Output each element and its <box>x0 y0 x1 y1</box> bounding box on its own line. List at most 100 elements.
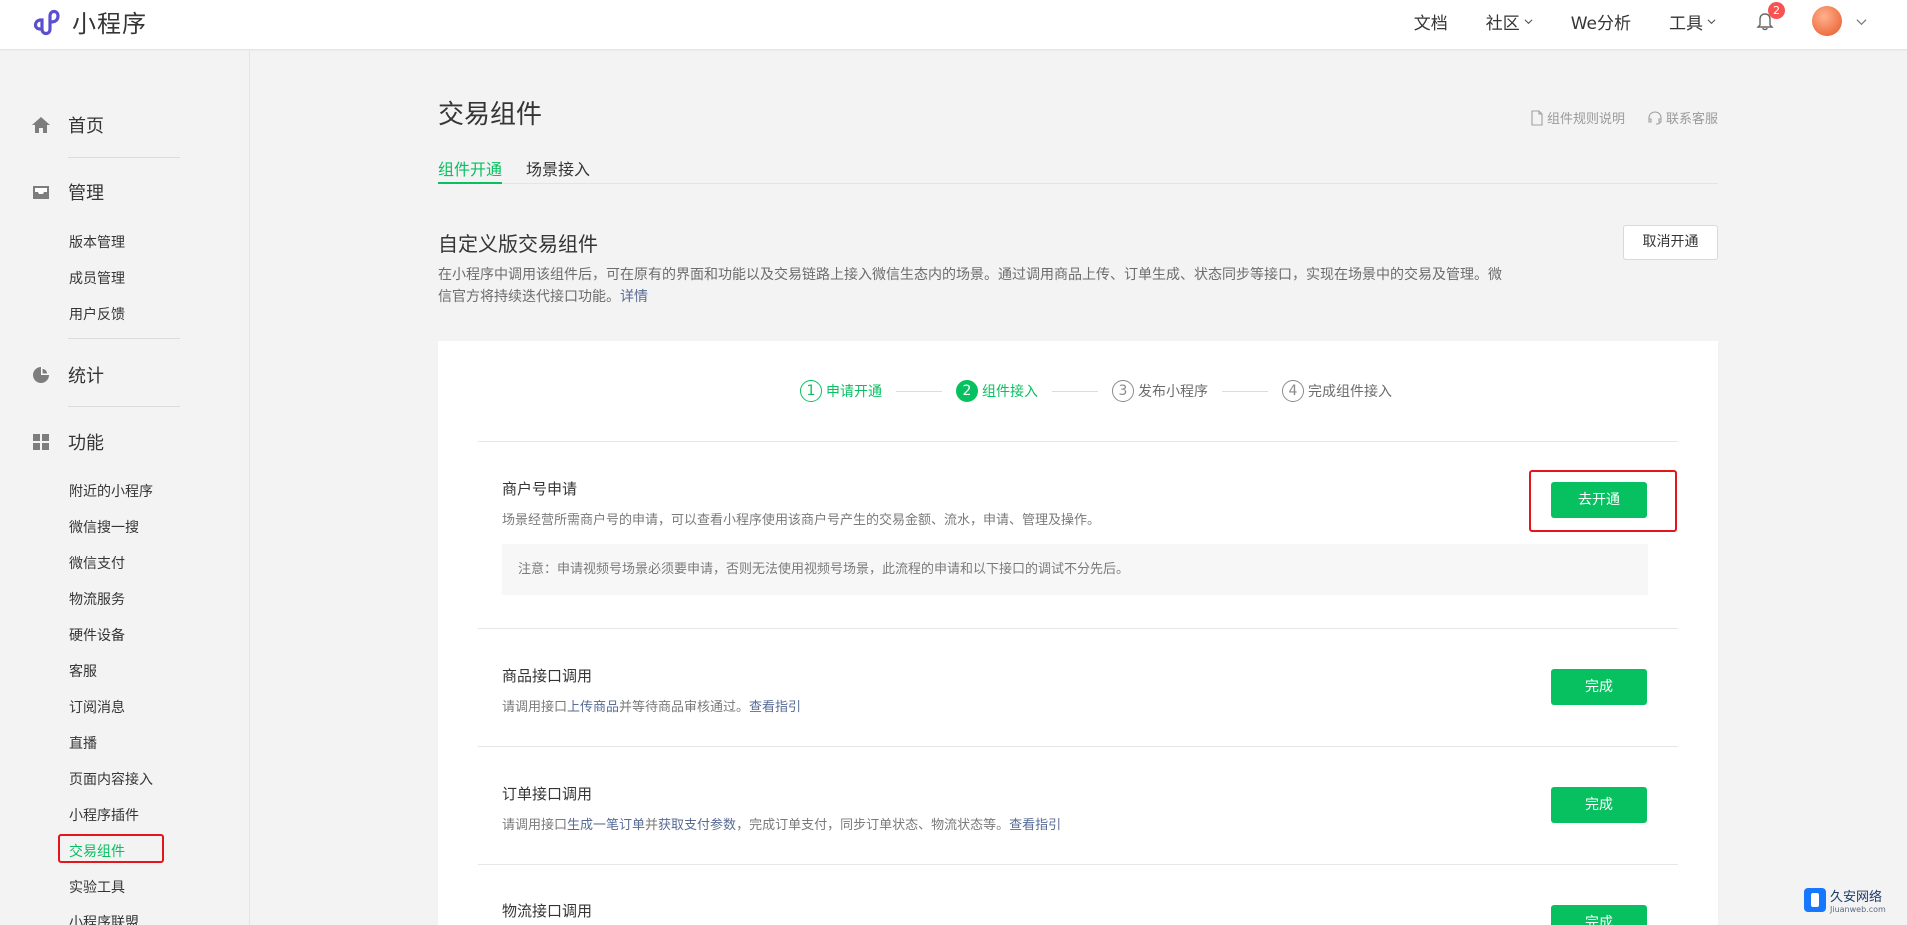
nav-docs-label: 文档 <box>1413 13 1448 34</box>
row-divider <box>478 441 1678 442</box>
tab-component-activation[interactable]: 组件开通 <box>438 156 503 184</box>
create-order-link[interactable]: 生成一笔订单 <box>567 818 645 833</box>
notification-bell-button[interactable]: 2 <box>1754 2 1785 32</box>
sidebar-item-version-management[interactable]: 版本管理 <box>69 232 125 252</box>
chevron-down-icon[interactable] <box>1856 16 1867 27</box>
top-nav: 文档 社区 We分析 工具 2 <box>1376 0 1867 42</box>
row-divider <box>478 628 1678 629</box>
sidebar-section-features[interactable]: 功能 <box>30 429 104 455</box>
tab-scene-access[interactable]: 场景接入 <box>526 156 590 184</box>
sidebar-manage-label: 管理 <box>68 183 104 204</box>
sidebar-section-stats[interactable]: 统计 <box>30 362 104 388</box>
desc-text: 并等待商品审核通过。 <box>619 700 750 715</box>
sidebar-item-hardware[interactable]: 硬件设备 <box>69 625 125 645</box>
sidebar-stats-label: 统计 <box>68 366 104 387</box>
sidebar-item-alliance[interactable]: 小程序联盟 <box>69 912 139 925</box>
sidebar-divider <box>68 157 180 158</box>
rules-link[interactable]: 组件规则说明 <box>1530 108 1625 127</box>
step-number: 2 <box>956 380 978 402</box>
pie-chart-icon <box>33 367 49 383</box>
product-guide-link[interactable]: 查看指引 <box>749 700 801 715</box>
details-link[interactable]: 详情 <box>620 289 648 305</box>
sidebar-home-label: 首页 <box>68 116 104 137</box>
sidebar-item-page-content[interactable]: 页面内容接入 <box>69 769 153 789</box>
logistics-item-title: 物流接口调用 <box>502 902 593 920</box>
contact-service-link[interactable]: 联系客服 <box>1647 108 1718 127</box>
sidebar-divider <box>68 338 180 339</box>
sidebar-item-logistics[interactable]: 物流服务 <box>69 589 125 609</box>
highlight-box <box>58 834 164 863</box>
app-title: 小程序 <box>72 10 147 38</box>
step-number: 3 <box>1112 380 1134 402</box>
progress-steps: 1 申请开通 2 组件接入 3 发布小程序 4 完成组件接入 <box>800 379 1392 403</box>
section-description-text: 在小程序中调用该组件后，可在原有的界面和功能以及交易链路上接入微信生态内的场景。… <box>438 267 1502 305</box>
logo[interactable]: 小程序 <box>32 4 147 39</box>
desc-text: ，完成订单支付，同步订单状态、物流状态等。 <box>736 818 1010 833</box>
sidebar-section-manage[interactable]: 管理 <box>30 179 104 205</box>
sidebar-divider <box>68 406 180 407</box>
row-divider <box>478 746 1678 747</box>
cancel-activation-button[interactable]: 取消开通 <box>1623 225 1718 260</box>
step-connector <box>1222 390 1268 392</box>
payment-params-link[interactable]: 获取支付参数 <box>658 818 736 833</box>
watermark-name: 久安网络 <box>1830 890 1883 905</box>
inbox-icon <box>33 186 49 199</box>
step-connector <box>896 390 942 392</box>
chevron-down-icon <box>1707 18 1716 24</box>
section-description: 在小程序中调用该组件后，可在原有的界面和功能以及交易链路上接入微信生态内的场景。… <box>438 264 1508 308</box>
sidebar-item-subscription[interactable]: 订阅消息 <box>69 697 125 717</box>
logistics-complete-button[interactable]: 完成 <box>1551 905 1647 925</box>
sidebar-item-plugins[interactable]: 小程序插件 <box>69 805 139 825</box>
desc-text: 请调用接口 <box>502 700 568 715</box>
sidebar-item-wechat-pay[interactable]: 微信支付 <box>69 553 125 573</box>
nav-we-analysis[interactable]: We分析 <box>1571 9 1631 34</box>
product-item-title: 商品接口调用 <box>502 667 593 685</box>
sidebar-item-user-feedback[interactable]: 用户反馈 <box>69 304 125 324</box>
sidebar-item-experiment-tools[interactable]: 实验工具 <box>69 877 125 897</box>
sidebar-item-live[interactable]: 直播 <box>69 733 97 753</box>
help-links: 组件规则说明 联系客服 <box>1508 108 1718 127</box>
sidebar-item-member-management[interactable]: 成员管理 <box>69 268 125 288</box>
watermark-logo: 久安网络 Jiuanweb.com <box>1804 886 1886 914</box>
order-guide-link[interactable]: 查看指引 <box>1009 818 1061 833</box>
step-component-access: 2 组件接入 <box>956 380 1038 402</box>
merchant-item-title: 商户号申请 <box>502 480 578 498</box>
sidebar-section-home[interactable]: 首页 <box>30 112 104 138</box>
nav-tools-label: 工具 <box>1669 13 1703 34</box>
nav-docs[interactable]: 文档 <box>1414 9 1448 34</box>
row-divider <box>478 864 1678 865</box>
step-apply: 1 申请开通 <box>800 380 882 402</box>
desc-text: 请调用接口 <box>502 818 568 833</box>
desc-text: 并 <box>645 818 659 833</box>
section-title: 自定义版交易组件 <box>438 232 598 256</box>
product-complete-button[interactable]: 完成 <box>1551 669 1647 705</box>
order-complete-button[interactable]: 完成 <box>1551 787 1647 823</box>
nav-we-analysis-label: We分析 <box>1570 13 1631 34</box>
avatar[interactable] <box>1812 6 1842 36</box>
content-card <box>438 341 1718 925</box>
upload-product-link[interactable]: 上传商品 <box>567 700 619 715</box>
step-label: 申请开通 <box>826 384 882 400</box>
watermark-url: Jiuanweb.com <box>1830 905 1886 914</box>
nav-tools[interactable]: 工具 <box>1669 9 1716 34</box>
sidebar-item-customer-service[interactable]: 客服 <box>69 661 97 681</box>
highlight-box <box>1529 470 1677 532</box>
chevron-down-icon <box>1524 18 1533 24</box>
top-header: 小程序 文档 社区 We分析 工具 2 <box>0 0 1907 50</box>
document-icon <box>1531 109 1543 126</box>
sidebar-features-label: 功能 <box>68 433 104 454</box>
step-number: 1 <box>800 380 822 402</box>
merchant-notice: 注意：申请视频号场景必须要申请，否则无法使用视频号场景，此流程的申请和以下接口的… <box>502 544 1648 595</box>
step-connector <box>1052 390 1098 392</box>
order-item-desc: 请调用接口生成一笔订单并获取支付参数，完成订单支付，同步订单状态、物流状态等。查… <box>502 814 1061 833</box>
step-label: 完成组件接入 <box>1308 384 1392 400</box>
sidebar-item-nearby-miniprogram[interactable]: 附近的小程序 <box>69 481 153 501</box>
sidebar-item-wechat-search[interactable]: 微信搜一搜 <box>69 517 139 537</box>
step-publish: 3 发布小程序 <box>1112 380 1208 402</box>
watermark-icon <box>1804 888 1826 912</box>
nav-community[interactable]: 社区 <box>1486 9 1533 34</box>
step-label: 组件接入 <box>982 384 1038 400</box>
contact-service-label: 联系客服 <box>1665 112 1718 127</box>
step-label: 发布小程序 <box>1138 384 1208 400</box>
notification-badge: 2 <box>1768 2 1785 19</box>
